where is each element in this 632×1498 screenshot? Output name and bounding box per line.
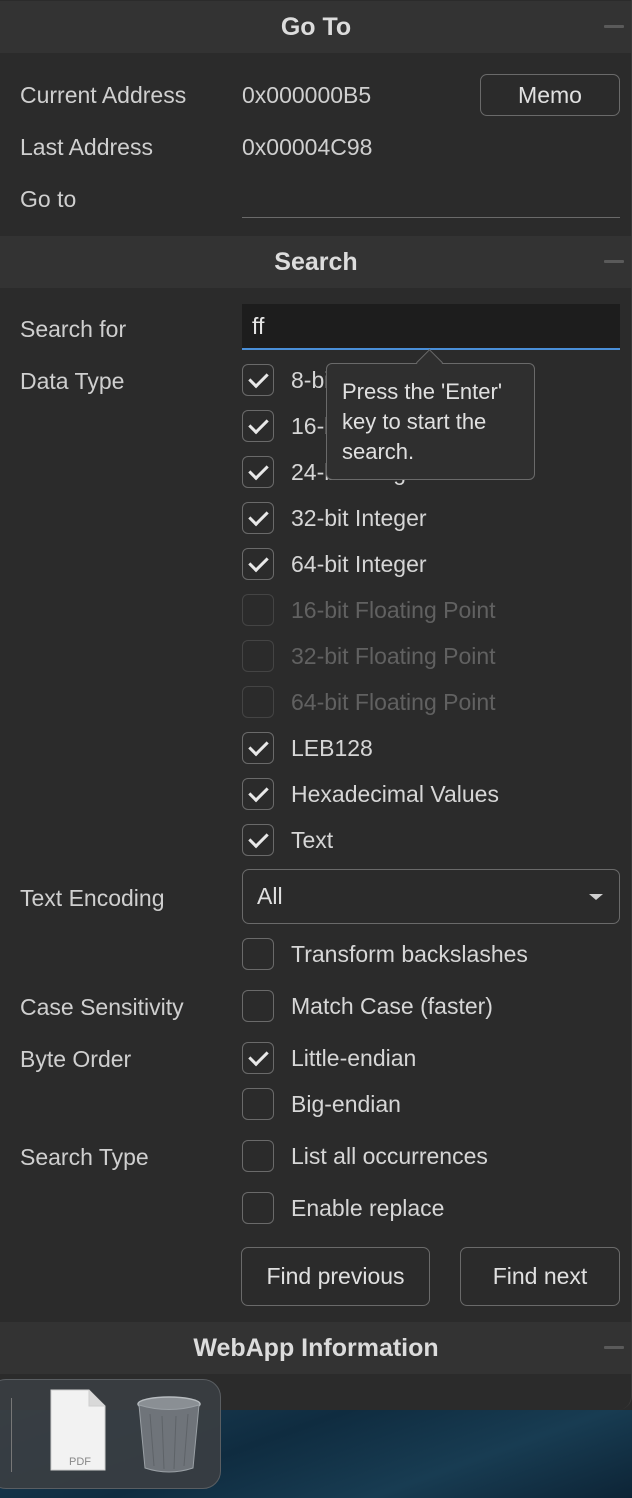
checkbox-label: Enable replace xyxy=(291,1194,445,1221)
checkbox-box[interactable] xyxy=(242,502,274,534)
chevron-down-icon xyxy=(589,894,603,900)
current-address-value: 0x000000B5 xyxy=(242,82,372,108)
checkbox-label: Text xyxy=(291,826,334,853)
data-type-checkbox[interactable]: Hexadecimal Values xyxy=(242,778,499,810)
data-type-checkbox[interactable]: LEB128 xyxy=(242,732,373,764)
checkbox-box[interactable] xyxy=(242,364,274,396)
checkbox-label: LEB128 xyxy=(291,734,373,761)
checkbox-label: Transform backslashes xyxy=(291,940,528,967)
find-next-button[interactable]: Find next xyxy=(460,1247,620,1306)
checkbox-box[interactable] xyxy=(242,824,274,856)
goto-input[interactable] xyxy=(242,178,620,218)
hex-editor-sidebar: Go To Current Address 0x000000B5 Memo La… xyxy=(0,0,632,1410)
find-previous-button[interactable]: Find previous xyxy=(241,1247,430,1306)
checkbox-label: 32-bit Floating Point xyxy=(291,642,496,669)
search-header-title: Search xyxy=(274,247,358,276)
checkbox-box[interactable] xyxy=(242,410,274,442)
webapp-header-title: WebApp Information xyxy=(193,1333,439,1362)
checkbox-box[interactable] xyxy=(242,1192,274,1224)
current-address-label: Current Address xyxy=(20,82,187,108)
data-type-checkbox: 16-bit Floating Point xyxy=(242,594,496,626)
checkbox-box[interactable] xyxy=(242,548,274,580)
search-type-label: Search Type xyxy=(20,1144,149,1170)
data-type-label: Data Type xyxy=(20,368,125,394)
checkbox-label: List all occurrences xyxy=(291,1142,488,1169)
checkbox-box[interactable] xyxy=(242,456,274,488)
last-address-value: 0x00004C98 xyxy=(242,134,373,160)
checkbox-box xyxy=(242,640,274,672)
search-for-label: Search for xyxy=(20,316,127,342)
byte-order-label: Byte Order xyxy=(20,1046,132,1072)
checkbox-box[interactable] xyxy=(242,938,274,970)
case-sensitivity-label: Case Sensitivity xyxy=(20,994,184,1020)
match-case-checkbox[interactable]: Match Case (faster) xyxy=(242,990,493,1022)
checkbox-box[interactable] xyxy=(242,1088,274,1120)
search-input[interactable]: ff xyxy=(242,304,620,350)
last-address-label: Last Address xyxy=(20,134,153,160)
checkbox-label: 16-bit Floating Point xyxy=(291,596,496,623)
search-tooltip: Press the 'Enter' key to start the searc… xyxy=(326,363,535,480)
checkbox-box xyxy=(242,686,274,718)
dock: PDF xyxy=(0,1379,221,1489)
checkbox-label: Hexadecimal Values xyxy=(291,780,499,807)
text-encoding-label: Text Encoding xyxy=(20,885,165,911)
webapp-section-header[interactable]: WebApp Information xyxy=(0,1322,631,1374)
enable-replace-checkbox[interactable]: Enable replace xyxy=(242,1192,444,1224)
dock-separator xyxy=(11,1398,12,1472)
checkbox-box[interactable] xyxy=(242,732,274,764)
memo-button[interactable]: Memo xyxy=(480,74,620,116)
data-type-checkbox: 32-bit Floating Point xyxy=(242,640,496,672)
trash-icon[interactable] xyxy=(136,1394,202,1474)
pdf-icon-label: PDF xyxy=(69,1456,91,1468)
text-encoding-select[interactable]: All xyxy=(242,869,620,924)
data-type-checkbox[interactable]: Text xyxy=(242,824,333,856)
checkbox-box[interactable] xyxy=(242,778,274,810)
checkbox-box xyxy=(242,594,274,626)
data-type-checkbox[interactable]: 64-bit Integer xyxy=(242,548,427,580)
text-encoding-value: All xyxy=(257,883,283,909)
transform-backslashes-checkbox[interactable]: Transform backslashes xyxy=(242,938,528,970)
checkbox-label: 64-bit Floating Point xyxy=(291,688,496,715)
data-type-checkbox: 64-bit Floating Point xyxy=(242,686,496,718)
little-endian-checkbox[interactable]: Little-endian xyxy=(242,1042,416,1074)
checkbox-box[interactable] xyxy=(242,1042,274,1074)
checkbox-label: Big-endian xyxy=(291,1090,401,1117)
checkbox-label: Match Case (faster) xyxy=(291,992,493,1019)
checkbox-label: Little-endian xyxy=(291,1044,417,1071)
checkbox-label: 64-bit Integer xyxy=(291,550,427,577)
collapse-icon[interactable] xyxy=(604,25,624,28)
checkbox-box[interactable] xyxy=(242,990,274,1022)
goto-header-title: Go To xyxy=(280,12,352,41)
collapse-icon[interactable] xyxy=(604,260,624,263)
checkbox-label: 32-bit Integer xyxy=(291,504,427,531)
search-section-header[interactable]: Search xyxy=(0,236,631,288)
collapse-icon[interactable] xyxy=(604,1346,624,1349)
list-all-occurrences-checkbox[interactable]: List all occurrences xyxy=(242,1140,488,1172)
data-type-checkbox[interactable]: 32-bit Integer xyxy=(242,502,427,534)
goto-section-header[interactable]: Go To xyxy=(0,1,631,53)
goto-label: Go to xyxy=(20,186,77,212)
big-endian-checkbox[interactable]: Big-endian xyxy=(242,1088,401,1120)
checkbox-box[interactable] xyxy=(242,1140,274,1172)
